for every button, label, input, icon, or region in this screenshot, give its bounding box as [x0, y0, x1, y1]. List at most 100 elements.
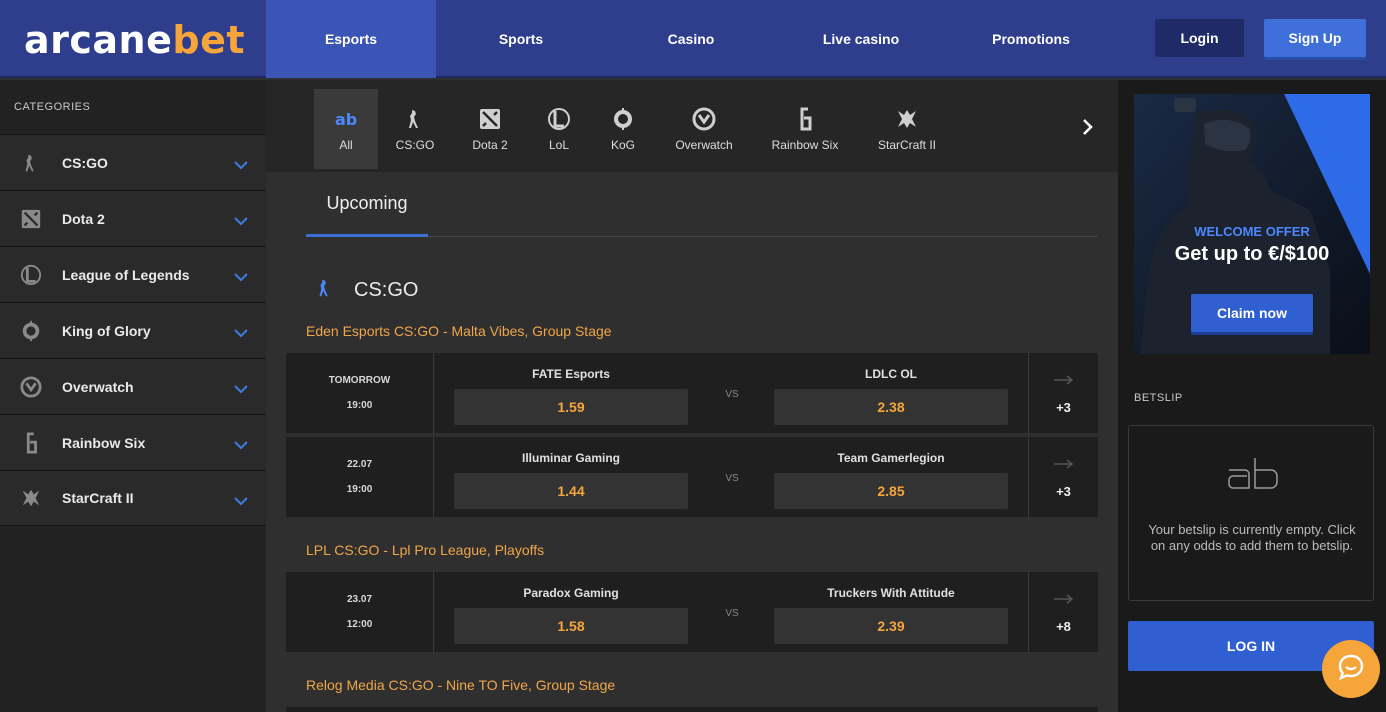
- game-filter-label: Rainbow Six: [771, 138, 839, 152]
- chevron-down-icon[interactable]: [234, 493, 248, 511]
- chevron-down-icon[interactable]: [234, 157, 248, 175]
- game-filter-lol[interactable]: LoL: [528, 89, 590, 169]
- match-time: 19:00: [346, 400, 373, 411]
- league-title[interactable]: Relog Media CS:GO - Nine TO Five, Group …: [306, 677, 615, 693]
- betslip-heading: BETSLIP: [1134, 392, 1183, 404]
- vs-label: VS: [725, 608, 739, 619]
- categories-heading: CATEGORIES: [14, 101, 91, 113]
- game-filter-label: StarCraft II: [877, 138, 936, 152]
- game-filter-starcraft[interactable]: StarCraft II: [858, 89, 956, 169]
- signup-button[interactable]: Sign Up: [1264, 19, 1366, 57]
- chevron-down-icon[interactable]: [234, 381, 248, 399]
- match-date: 23.07: [346, 594, 373, 605]
- match-datetime: 23.07 12:00: [286, 572, 434, 652]
- sidebar-item-label: CS:GO: [62, 154, 108, 171]
- vs-label: VS: [725, 389, 739, 400]
- nav-promotions[interactable]: Promotions: [946, 0, 1116, 78]
- more-markets-button[interactable]: +3: [1028, 353, 1098, 433]
- away-odd-button[interactable]: 2.39: [774, 608, 1008, 644]
- league-title[interactable]: LPL CS:GO - Lpl Pro League, Playoffs: [306, 542, 544, 558]
- main-nav: Esports Sports Casino Live casino Promot…: [266, 0, 1116, 78]
- dota2-icon: [480, 109, 500, 129]
- match-time: 19:00: [346, 484, 373, 495]
- sidebar-item-starcraft[interactable]: StarCraft II: [0, 470, 266, 526]
- match-time: 12:00: [346, 619, 373, 630]
- nav-live-casino[interactable]: Live casino: [776, 0, 946, 78]
- main-content: ab All CS:GO Dota 2 LoL KoG Overwatch Ra…: [266, 80, 1118, 712]
- rainbow-six-icon: [0, 431, 62, 454]
- categories-sidebar: CATEGORIES CS:GO Dota 2 League of Legend…: [0, 80, 266, 712]
- match-row: TOMORROW 19:00 FATE Esports 1.59 VS LDLC…: [286, 353, 1098, 433]
- away-odd-button[interactable]: 2.38: [774, 389, 1008, 425]
- claim-now-button[interactable]: Claim now: [1191, 294, 1313, 332]
- sidebar-item-dota2[interactable]: Dota 2: [0, 190, 266, 246]
- chevron-down-icon[interactable]: [234, 269, 248, 287]
- game-filter-label: KoG: [610, 138, 635, 152]
- chevron-down-icon[interactable]: [234, 437, 248, 455]
- sidebar-item-label: StarCraft II: [62, 490, 134, 506]
- section-title: CS:GO: [354, 279, 419, 301]
- lol-icon: [0, 264, 62, 286]
- tab-upcoming[interactable]: Upcoming: [306, 172, 428, 237]
- nav-sports[interactable]: Sports: [436, 0, 606, 78]
- promo-kicker: WELCOME OFFER: [1194, 224, 1310, 239]
- svg-text:ab: ab: [335, 110, 357, 129]
- home-team: Paradox Gaming: [523, 586, 619, 600]
- csgo-icon: [314, 276, 336, 305]
- away-team: Team Gamerlegion: [837, 451, 945, 465]
- match-row: 22.07 19:00 Illuminar Gaming 1.44 VS Tea…: [286, 437, 1098, 517]
- game-filter-rainbow-six[interactable]: Rainbow Six: [752, 89, 858, 169]
- game-filter-kog[interactable]: KoG: [590, 89, 656, 169]
- home-odd-button[interactable]: 1.44: [454, 473, 688, 509]
- nav-esports[interactable]: Esports: [266, 0, 436, 78]
- home-odd-button[interactable]: 1.58: [454, 608, 688, 644]
- login-button[interactable]: Login: [1155, 19, 1244, 57]
- logo-part-1: arcane: [24, 18, 173, 62]
- more-markets-button[interactable]: +3: [1028, 437, 1098, 517]
- chevron-right-icon[interactable]: [1082, 118, 1094, 141]
- sidebar-item-lol[interactable]: League of Legends: [0, 246, 266, 302]
- away-odd-button[interactable]: 2.85: [774, 473, 1008, 509]
- arcanebet-logo[interactable]: arcanebet: [24, 18, 245, 62]
- top-bar: arcanebet Esports Sports Casino Live cas…: [0, 0, 1386, 78]
- sidebar-item-label: Rainbow Six: [62, 434, 146, 451]
- promo-headline: Get up to €/$100: [1174, 243, 1330, 265]
- nav-casino[interactable]: Casino: [606, 0, 776, 78]
- sidebar-item-rainbow-six[interactable]: Rainbow Six: [0, 414, 266, 470]
- live-chat-button[interactable]: [1322, 640, 1380, 698]
- sidebar-item-label: King of Glory: [62, 322, 151, 339]
- vs-label: VS: [725, 473, 739, 484]
- away-team: LDLC OL: [865, 367, 917, 381]
- game-filter-overwatch[interactable]: Overwatch: [656, 89, 752, 169]
- away-team: Truckers With Attitude: [827, 586, 955, 600]
- home-odd-button[interactable]: 1.59: [454, 389, 688, 425]
- overwatch-icon: [0, 375, 62, 398]
- chevron-down-icon[interactable]: [234, 325, 248, 343]
- game-filter-label: Dota 2: [472, 138, 508, 152]
- more-markets-button[interactable]: +8: [1028, 572, 1098, 652]
- starcraft-icon: [0, 487, 62, 509]
- chevron-down-icon[interactable]: [234, 213, 248, 231]
- more-markets-count: +3: [1056, 399, 1071, 415]
- sidebar-item-label: Dota 2: [62, 210, 105, 227]
- match-date: 22.07: [346, 459, 373, 470]
- arrow-right-icon: [1053, 372, 1074, 390]
- right-column: WELCOME OFFER Get up to €/$100 Claim now…: [1118, 80, 1386, 712]
- kog-icon: [614, 108, 632, 130]
- game-filter-dota2[interactable]: Dota 2: [452, 89, 528, 169]
- game-filter-csgo[interactable]: CS:GO: [378, 89, 452, 169]
- match-tabs: Upcoming: [306, 172, 1098, 237]
- sidebar-item-label: League of Legends: [62, 266, 190, 283]
- game-filter-list: ab All CS:GO Dota 2 LoL KoG Overwatch Ra…: [314, 89, 956, 169]
- section-header: CS:GO: [314, 276, 418, 305]
- game-filter-bar: ab All CS:GO Dota 2 LoL KoG Overwatch Ra…: [266, 80, 1118, 172]
- csgo-icon: [409, 110, 418, 128]
- starcraft-icon: [898, 110, 916, 128]
- welcome-offer-banner[interactable]: WELCOME OFFER Get up to €/$100 Claim now: [1134, 94, 1370, 354]
- sidebar-item-kog[interactable]: King of Glory: [0, 302, 266, 358]
- sidebar-item-overwatch[interactable]: Overwatch: [0, 358, 266, 414]
- game-filter-all[interactable]: ab All: [314, 89, 378, 169]
- more-markets-count: +8: [1056, 618, 1071, 634]
- sidebar-item-csgo[interactable]: CS:GO: [0, 134, 266, 190]
- league-title[interactable]: Eden Esports CS:GO - Malta Vibes, Group …: [306, 323, 612, 339]
